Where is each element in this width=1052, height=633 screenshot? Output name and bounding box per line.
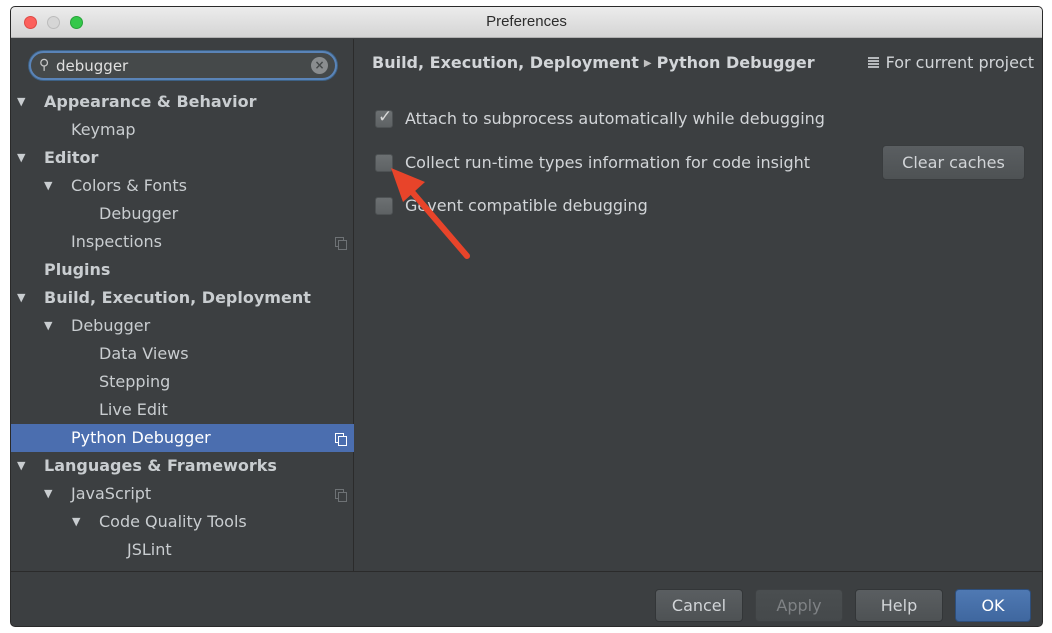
title-bar: Preferences [11, 7, 1042, 38]
settings-sidebar: ⚲ × ▼Appearance & BehaviorKeymap▼Editor▼… [11, 39, 354, 571]
tree-item[interactable]: ▼ JavaScript [11, 480, 354, 508]
tree-item-label: Debugger [71, 316, 151, 335]
tree-item-label: Plugins [44, 260, 111, 279]
settings-tree: ▼ Appearance & Behavior Keymap ▼ Editor ▼ Colo… [11, 88, 354, 564]
window-title: Preferences [486, 13, 567, 30]
tree-item-label: Colors & Fonts [71, 176, 187, 195]
tree-item-label: Python Debugger [71, 428, 211, 447]
tree-item[interactable]: ▼ Build, Execution, Deployment [11, 284, 354, 312]
tree-item-label: Live Edit [99, 400, 168, 419]
tree-item-label: Stepping [99, 372, 171, 391]
clear-caches-button[interactable]: Clear caches [882, 145, 1025, 180]
tree-item-label: JSLint [127, 540, 172, 559]
scope-label: For current project [885, 53, 1034, 72]
tree-item-label: Keymap [71, 120, 136, 139]
breadcrumb: Build, Execution, Deployment ▶ Python Debu… [372, 53, 815, 72]
expand-arrow-icon[interactable]: ▼ [17, 88, 25, 116]
tree-item[interactable]: ▼ Code Quality Tools [11, 508, 354, 536]
expand-arrow-icon[interactable]: ▼ [44, 312, 52, 340]
search-icon: ⚲ [39, 57, 50, 73]
tree-item-label: JavaScript [71, 484, 152, 503]
tree-item[interactable]: ▼ Editor [11, 144, 354, 172]
expand-arrow-icon[interactable]: ▼ [17, 284, 25, 312]
tree-item-label: Data Views [99, 344, 189, 363]
tree-item-label: Appearance & Behavior [44, 92, 257, 111]
tree-item[interactable]: Inspections [11, 228, 354, 256]
ok-button[interactable]: OK [955, 589, 1031, 622]
tree-item[interactable]: Plugins [11, 256, 354, 284]
expand-arrow-icon[interactable]: ▼ [44, 480, 52, 508]
expand-arrow-icon[interactable]: ▼ [17, 144, 25, 172]
cancel-button[interactable]: Cancel [655, 589, 743, 622]
attach-subprocess-label: Attach to subprocess automatically while… [405, 109, 825, 128]
help-button[interactable]: Help [855, 589, 943, 622]
expand-arrow-icon[interactable]: ▼ [72, 508, 80, 536]
project-icon [867, 57, 879, 68]
tree-item-label: Languages & Frameworks [44, 456, 277, 475]
tree-item-label: Code Quality Tools [99, 512, 247, 531]
breadcrumb-separator-icon: ▶ [643, 58, 652, 69]
settings-content: Build, Execution, Deployment ▶ Python Debu… [355, 39, 1042, 571]
apply-button[interactable]: Apply [755, 589, 843, 622]
tree-item-label: Build, Execution, Deployment [44, 288, 311, 307]
scope-indicator: For current project [867, 53, 1034, 72]
breadcrumb-current: Python Debugger [656, 53, 815, 72]
breadcrumb-parent: Build, Execution, Deployment [372, 53, 639, 72]
tree-item-label: Debugger [99, 204, 179, 223]
tree-item[interactable]: ▼ Languages & Frameworks [11, 452, 354, 480]
expand-arrow-icon[interactable]: ▼ [44, 172, 52, 200]
preferences-window: Preferences ⚲ × ▼ Appearance & Behavior Ke… [10, 6, 1043, 627]
dialog-footer: Cancel Apply Help OK [11, 571, 1042, 626]
checkmark-icon: ✓ [378, 107, 393, 127]
attach-subprocess-checkbox[interactable]: ✓ [375, 107, 393, 128]
settings-search: ⚲ × [29, 51, 337, 80]
tree-item-label: Editor [44, 148, 99, 167]
attach-subprocess-option[interactable]: ✓ Attach to subprocess automatically whi… [375, 107, 895, 130]
tree-item-label: Inspections [71, 232, 162, 251]
tree-item[interactable]: Stepping [11, 368, 354, 396]
expand-arrow-icon[interactable]: ▼ [17, 452, 25, 480]
tree-item[interactable]: ▼ Appearance & Behavior [11, 88, 354, 116]
tree-item[interactable]: ▼ Colors & Fonts [11, 172, 354, 200]
search-input[interactable] [56, 55, 296, 76]
tree-item[interactable]: JSLint [11, 536, 354, 564]
project-settings-icon [335, 237, 347, 250]
tree-item[interactable]: Debugger [11, 200, 354, 228]
tree-item[interactable]: Python Debugger [11, 424, 354, 452]
tree-item[interactable]: Keymap [11, 116, 354, 144]
project-settings-icon [335, 489, 347, 502]
clear-search-icon[interactable]: × [311, 57, 328, 74]
tree-item[interactable]: ▼ Debugger [11, 312, 354, 340]
annotation-arrow-icon [391, 168, 470, 259]
tree-item[interactable]: Live Edit [11, 396, 354, 424]
project-settings-icon [335, 433, 347, 446]
tree-item[interactable]: Data Views [11, 340, 354, 368]
